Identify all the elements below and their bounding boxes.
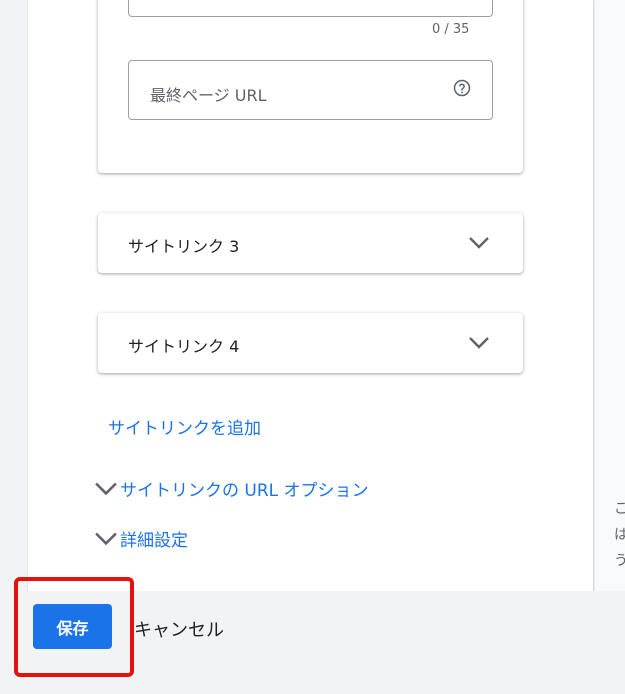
sitelink-url-options-toggle[interactable]: サイトリンクの URL オプション — [95, 476, 369, 501]
sitelink-description-field[interactable] — [128, 0, 493, 17]
sitelink-3-title: サイトリンク 3 — [128, 237, 240, 256]
character-counter: 0 / 35 — [432, 22, 470, 37]
advanced-settings-label: 詳細設定 — [120, 531, 188, 551]
save-button[interactable]: 保存 — [33, 604, 112, 649]
chevron-down-icon[interactable] — [469, 235, 489, 251]
sitelink-3-card[interactable]: サイトリンク 3 — [98, 213, 523, 273]
sitelink-4-title: サイトリンク 4 — [128, 337, 240, 356]
chevron-down-icon[interactable] — [469, 335, 489, 351]
help-icon[interactable] — [453, 79, 471, 97]
final-url-placeholder: 最終ページ URL — [150, 86, 267, 105]
add-sitelink-link[interactable]: サイトリンクを追加 — [108, 414, 261, 439]
side-panel-text: こ は う — [614, 501, 625, 569]
cancel-button[interactable]: キャンセル — [134, 616, 224, 642]
sitelink-4-card[interactable]: サイトリンク 4 — [98, 313, 523, 373]
sitelink-url-options-label: サイトリンクの URL オプション — [120, 481, 369, 501]
chevron-down-icon — [95, 532, 117, 545]
chevron-down-icon — [95, 482, 117, 495]
advanced-settings-toggle[interactable]: 詳細設定 — [95, 526, 188, 551]
final-url-field[interactable]: 最終ページ URL — [128, 60, 493, 120]
